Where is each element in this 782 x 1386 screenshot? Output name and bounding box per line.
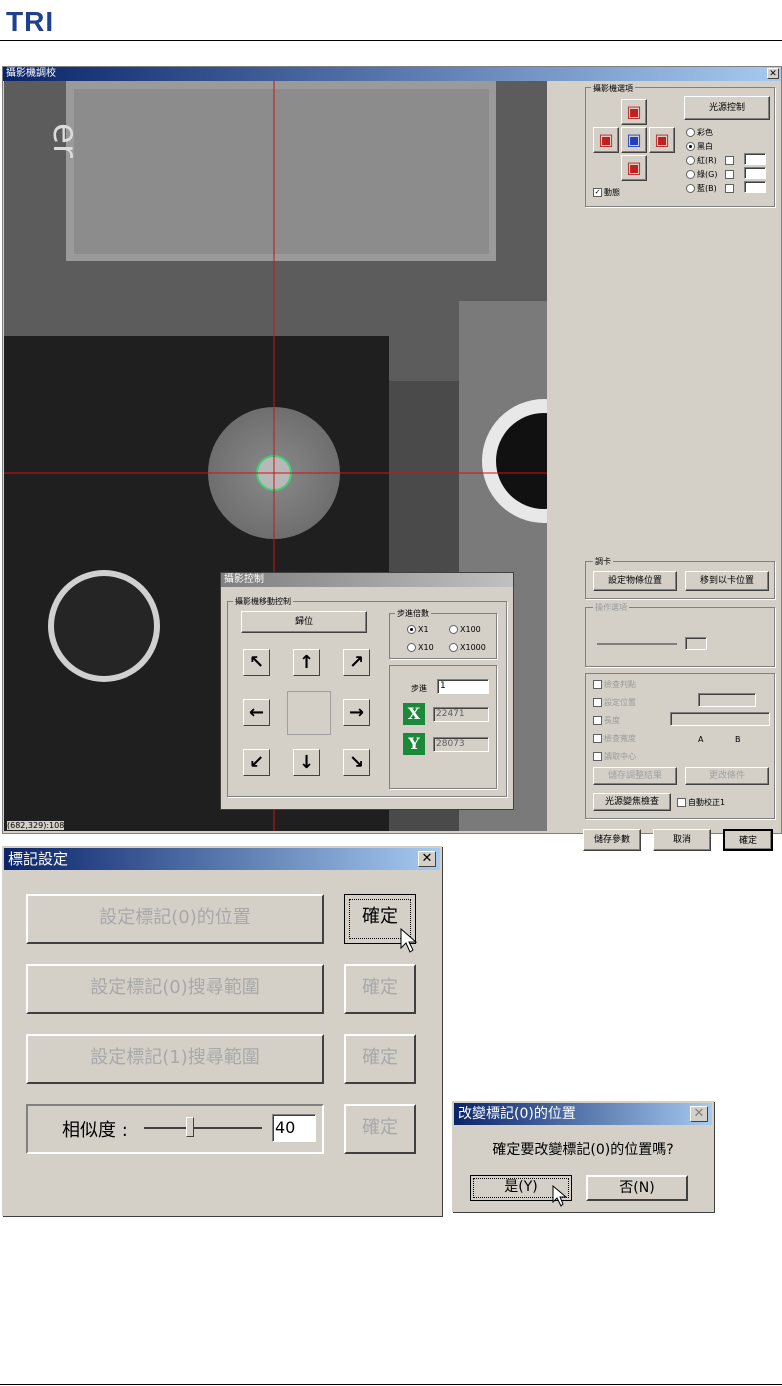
mode-bw-radio[interactable]: 黑白 — [686, 141, 713, 152]
mode-red-radio[interactable]: 紅(R) — [686, 155, 736, 166]
green-value-field[interactable] — [744, 167, 766, 179]
disabled-options-group — [585, 607, 775, 667]
motion-group-label: 攝影機移動控制 — [233, 596, 293, 607]
tri-logo: TRI — [6, 6, 55, 37]
mode-color-radio[interactable]: 彩色 — [686, 127, 713, 138]
step-input[interactable]: 1 — [437, 679, 489, 694]
cancel-button[interactable]: 取消 — [653, 829, 711, 851]
change-condition-button[interactable]: 更改條件 — [685, 767, 769, 785]
motion-title: 攝影控制 — [224, 574, 264, 585]
step-x1000-radio[interactable]: X1000 — [449, 643, 486, 652]
camera-right-icon[interactable]: ▣ — [649, 127, 675, 153]
step-multiplier-group — [389, 613, 497, 659]
confirm-similarity-button[interactable]: 確定 — [344, 1104, 416, 1154]
motion-titlebar: 攝影控制 — [221, 573, 513, 587]
mode-blue-radio[interactable]: 藍(B) — [686, 183, 736, 194]
move-up-right-icon[interactable]: ↗ — [343, 649, 370, 676]
step-x1-radio[interactable]: X1 — [407, 625, 429, 634]
set-position-button[interactable]: 設定物條位置 — [593, 571, 677, 591]
step-multiplier-label: 步進倍數 — [395, 608, 431, 619]
disabled-value-field — [685, 637, 707, 650]
similarity-slider-track[interactable] — [144, 1127, 262, 1129]
home-button[interactable]: 歸位 — [241, 611, 367, 633]
step-x10-radio[interactable]: X10 — [407, 643, 434, 652]
x-position-field: 22471 — [433, 707, 489, 722]
option-3-checkbox[interactable]: 長度 — [593, 715, 620, 726]
camera-up-icon[interactable]: ▣ — [621, 99, 647, 125]
camera-down-icon[interactable]: ▣ — [621, 155, 647, 181]
light-test-button[interactable]: 光源變焦檢查 — [593, 793, 671, 811]
confirm-row3-button[interactable]: 確定 — [344, 1034, 416, 1084]
label-b: B — [735, 735, 741, 744]
y-position-field: 28073 — [433, 737, 489, 752]
option-1-checkbox[interactable]: 檢查判點 — [593, 679, 636, 690]
close-icon[interactable]: ✕ — [418, 851, 436, 867]
dynamic-checkbox[interactable]: ✓ 動態 — [593, 187, 620, 198]
option-5-checkbox[interactable]: 讀取中心 — [593, 751, 636, 762]
header-divider — [0, 40, 782, 41]
center-pad — [287, 691, 331, 735]
close-icon[interactable]: ✕ — [690, 1106, 708, 1122]
close-icon[interactable]: ✕ — [767, 68, 779, 79]
set-mark0-position-button[interactable]: 設定標記(0)的位置 — [26, 894, 324, 944]
y-axis-icon: Y — [403, 733, 425, 755]
set-mark0-range-button[interactable]: 設定標記(0)搜尋範圍 — [26, 964, 324, 1014]
window-titlebar: 攝影機調校 ✕ — [3, 67, 781, 81]
confirm-titlebar: 改變標記(0)的位置 ✕ — [454, 1103, 712, 1125]
window-title: 攝影機調校 — [6, 68, 56, 79]
confirm-row2-button[interactable]: 確定 — [344, 964, 416, 1014]
similarity-label: 相似度 : — [62, 1120, 128, 1141]
auto-calibrate-checkbox[interactable]: 自動校正1 — [677, 797, 725, 808]
mark-title: 標記設定 — [8, 850, 69, 868]
save-result-button[interactable]: 儲存調整結果 — [593, 767, 677, 785]
set-mark1-range-button[interactable]: 設定標記(1)搜尋範圍 — [26, 1034, 324, 1084]
svg-text:er: er — [45, 123, 85, 158]
calibration-label: 調卡 — [593, 556, 613, 567]
blue-value-field[interactable] — [744, 181, 766, 193]
similarity-input[interactable]: 40 — [272, 1114, 316, 1142]
save-params-button[interactable]: 儲存參數 — [583, 829, 641, 851]
mark-settings-dialog: 標記設定 ✕ 設定標記(0)的位置 確定 設定標記(0)搜尋範圍 確定 設定標記… — [2, 846, 442, 1216]
camera-center-icon[interactable]: ▣ — [621, 127, 647, 153]
move-left-icon[interactable]: ← — [243, 699, 270, 726]
camera-options-label: 攝影機選項 — [591, 83, 635, 94]
option-2-checkbox[interactable]: 設定位置 — [593, 697, 636, 708]
tool-field-2[interactable] — [670, 712, 770, 726]
no-button[interactable]: 否(N) — [586, 1175, 688, 1201]
confirm-title: 改變標記(0)的位置 — [458, 1106, 576, 1122]
status-coordinates: (682,329):108 — [7, 821, 65, 830]
similarity-slider-thumb[interactable] — [186, 1117, 194, 1137]
option-4-checkbox[interactable]: 檢查寬度 — [593, 733, 636, 744]
red-value-field[interactable] — [744, 153, 766, 165]
mark-titlebar: 標記設定 ✕ — [4, 848, 440, 870]
move-down-left-icon[interactable]: ↙ — [243, 749, 270, 776]
motion-dialog: 攝影控制 攝影機移動控制 歸位 ↖ ↑ ↗ ← → ↙ ↓ ↘ 步進倍數 X1 … — [220, 572, 514, 810]
move-center-button[interactable]: 移到以卡位置 — [685, 571, 769, 591]
move-right-icon[interactable]: → — [343, 699, 370, 726]
step-x100-radio[interactable]: X100 — [449, 625, 481, 634]
confirm-message: 確定要改變標記(0)的位置嗎? — [492, 1142, 674, 1158]
mouse-cursor-icon — [552, 1185, 568, 1207]
move-up-icon[interactable]: ↑ — [293, 649, 320, 676]
step-label: 步進 — [411, 684, 427, 693]
mouse-cursor-icon — [400, 928, 418, 953]
similarity-panel: 相似度 : 40 — [26, 1104, 324, 1154]
move-down-icon[interactable]: ↓ — [293, 749, 320, 776]
mode-green-radio[interactable]: 綠(G) — [686, 169, 736, 180]
ok-button[interactable]: 確定 — [723, 829, 773, 851]
tool-field-1[interactable] — [698, 693, 756, 707]
footer-divider — [0, 1384, 782, 1385]
camera-left-icon[interactable]: ▣ — [593, 127, 619, 153]
confirm-dialog: 改變標記(0)的位置 ✕ 確定要改變標記(0)的位置嗎? 是(Y) 否(N) — [452, 1101, 714, 1212]
move-up-left-icon[interactable]: ↖ — [243, 649, 270, 676]
move-down-right-icon[interactable]: ↘ — [343, 749, 370, 776]
x-axis-icon: X — [403, 703, 425, 725]
label-a: A — [698, 735, 704, 744]
light-control-button[interactable]: 光源控制 — [684, 96, 770, 120]
disabled-slider — [597, 643, 677, 645]
disabled-options-label: 操作選項 — [593, 602, 629, 613]
